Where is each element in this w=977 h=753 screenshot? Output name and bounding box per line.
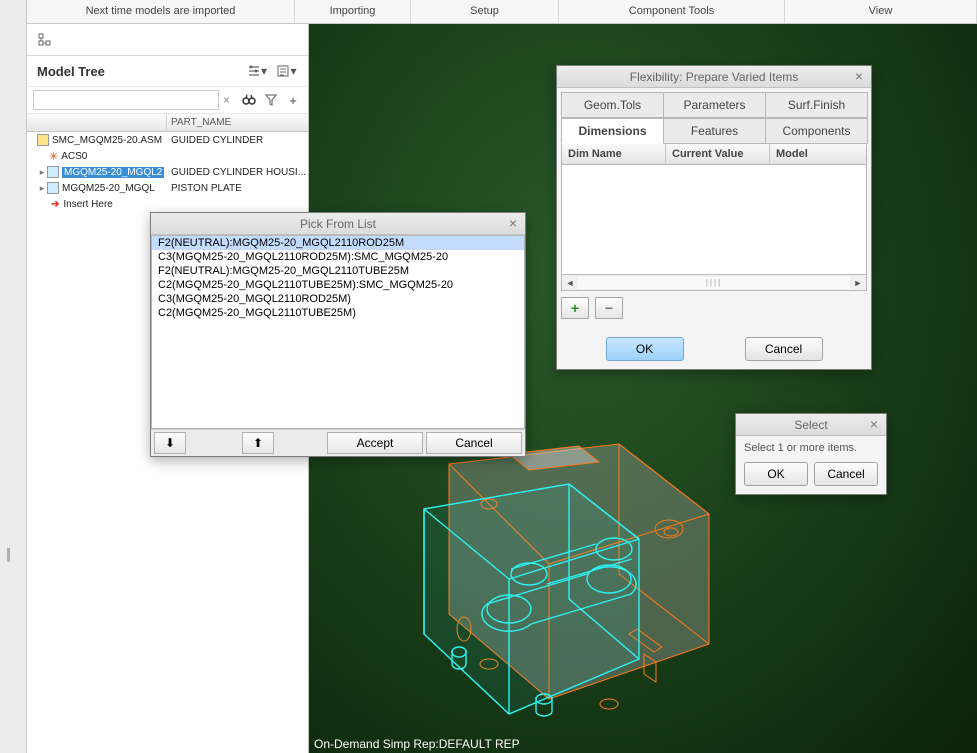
column-part-name[interactable]: PART_NAME — [167, 114, 308, 131]
tree-row-asm[interactable]: SMC_MGQM25-20.ASM GUIDED CYLINDER — [27, 132, 308, 148]
select-title: Select — [794, 418, 827, 432]
scroll-left-icon[interactable]: ◄ — [562, 276, 578, 290]
picklist-title: Pick From List — [300, 217, 376, 231]
col-model[interactable]: Model — [770, 144, 866, 164]
clear-search-icon[interactable]: × — [223, 93, 230, 107]
tab-features[interactable]: Features — [663, 118, 766, 144]
status-text: On-Demand Simp Rep:DEFAULT REP — [314, 737, 520, 751]
picklist-close-icon[interactable]: × — [505, 215, 521, 231]
tab-dimensions[interactable]: Dimensions — [561, 118, 664, 144]
menu-component-tools[interactable]: Component Tools — [559, 0, 785, 23]
tab-geom-tols[interactable]: Geom.Tols — [561, 92, 664, 118]
tree-row-insert-here[interactable]: ➔Insert Here — [27, 196, 308, 212]
pick-from-list-dialog: Pick From List × F2(NEUTRAL):MGQM25-20_M… — [150, 212, 526, 457]
cancel-button[interactable]: Cancel — [426, 432, 522, 454]
part-icon — [47, 166, 59, 178]
menu-importing[interactable]: Importing — [295, 0, 411, 23]
flex-grid-header: Dim Name Current Value Model — [561, 144, 867, 165]
cad-model[interactable] — [369, 424, 749, 744]
picklist-item[interactable]: F2(NEUTRAL):MGQM25-20_MGQL2110TUBE25M — [152, 264, 524, 278]
filter-icon[interactable] — [262, 91, 280, 109]
flex-ok-button[interactable]: OK — [606, 337, 684, 361]
minus-icon: − — [605, 300, 613, 316]
csys-icon: ✳ — [49, 150, 58, 163]
assembly-icon — [37, 134, 49, 146]
picklist-item[interactable]: F2(NEUTRAL):MGQM25-20_MGQL2110ROD25M — [152, 236, 524, 250]
top-menu: Next time models are imported Importing … — [27, 0, 977, 24]
scroll-track[interactable]: |||| — [578, 277, 850, 289]
tab-components[interactable]: Components — [765, 118, 868, 144]
flex-title: Flexibility: Prepare Varied Items — [630, 70, 799, 84]
flex-hscrollbar[interactable]: ◄ |||| ► — [561, 275, 867, 291]
add-column-icon[interactable]: + — [284, 91, 302, 109]
move-up-button[interactable]: ⬆ — [242, 432, 274, 454]
binoculars-icon[interactable] — [240, 91, 258, 109]
part-icon — [47, 182, 59, 194]
picklist-item[interactable]: C2(MGQM25-20_MGQL2110TUBE25M):SMC_MGQM25… — [152, 278, 524, 292]
col-dim-name[interactable]: Dim Name — [562, 144, 666, 164]
select-dialog: Select × Select 1 or more items. OK Canc… — [735, 413, 887, 495]
tree-search-input[interactable] — [33, 90, 219, 110]
tree-row-part2[interactable]: ▸MGQM25-20_MGQL PISTON PLATE — [27, 180, 308, 196]
tree-settings-icon[interactable]: ▾ — [246, 61, 268, 81]
move-down-button[interactable]: ⬇ — [154, 432, 186, 454]
flexibility-dialog: Flexibility: Prepare Varied Items × Geom… — [556, 65, 872, 370]
tree-body: SMC_MGQM25-20.ASM GUIDED CYLINDER ✳ACS0 … — [27, 132, 308, 212]
collapse-handle[interactable] — [7, 548, 10, 562]
menu-view[interactable]: View — [785, 0, 977, 23]
select-close-icon[interactable]: × — [866, 416, 882, 432]
select-message: Select 1 or more items. — [736, 436, 886, 460]
flex-close-icon[interactable]: × — [851, 68, 867, 84]
select-ok-button[interactable]: OK — [744, 462, 808, 486]
add-row-button[interactable]: + — [561, 297, 589, 319]
scroll-right-icon[interactable]: ► — [850, 276, 866, 290]
picklist-item[interactable]: C3(MGQM25-20_MGQL2110ROD25M):SMC_MGQM25-… — [152, 250, 524, 264]
plus-icon: + — [571, 300, 579, 316]
menu-setup[interactable]: Setup — [411, 0, 559, 23]
col-current-value[interactable]: Current Value — [666, 144, 770, 164]
accept-button[interactable]: Accept — [327, 432, 423, 454]
tree-title: Model Tree — [37, 64, 105, 79]
insert-arrow-icon: ➔ — [51, 199, 59, 210]
tree-show-icon[interactable]: ▾ — [276, 61, 298, 81]
menu-import-next[interactable]: Next time models are imported — [27, 0, 295, 23]
tree-row-csys[interactable]: ✳ACS0 — [27, 148, 308, 164]
tab-parameters[interactable]: Parameters — [663, 92, 766, 118]
remove-row-button[interactable]: − — [595, 297, 623, 319]
tree-layout-icon[interactable] — [33, 29, 57, 51]
tab-surf-finish[interactable]: Surf.Finish — [765, 92, 868, 118]
select-cancel-button[interactable]: Cancel — [814, 462, 878, 486]
picklist-item[interactable]: C3(MGQM25-20_MGQL2110ROD25M) — [152, 292, 524, 306]
picklist-listbox[interactable]: F2(NEUTRAL):MGQM25-20_MGQL2110ROD25M C3(… — [151, 235, 525, 429]
flex-cancel-button[interactable]: Cancel — [745, 337, 823, 361]
arrow-up-icon: ⬆ — [253, 436, 263, 450]
flex-grid-body[interactable] — [561, 165, 867, 275]
tree-row-selected-part[interactable]: ▸MGQM25-20_MGQL2 GUIDED CYLINDER HOUSI..… — [27, 164, 308, 180]
arrow-down-icon: ⬇ — [165, 436, 175, 450]
picklist-item[interactable]: C2(MGQM25-20_MGQL2110TUBE25M) — [152, 306, 524, 320]
